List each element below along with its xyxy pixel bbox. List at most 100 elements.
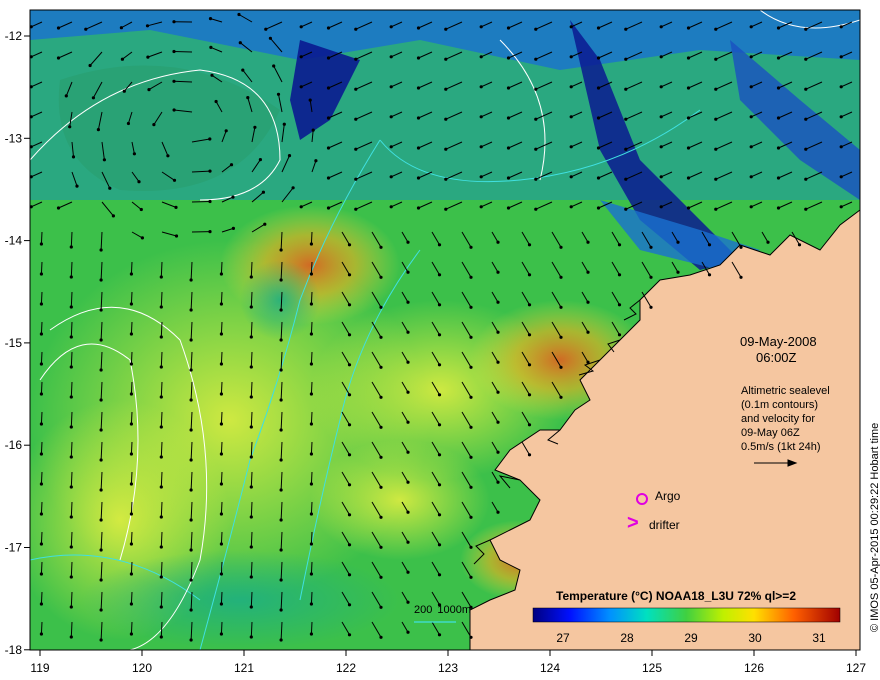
- velocity-arrow-head: [624, 27, 628, 31]
- velocity-arrow-head: [231, 226, 235, 230]
- velocity-arrow: [310, 321, 313, 335]
- map-time: 06:00Z: [756, 350, 797, 365]
- velocity-arrow-head: [649, 245, 653, 249]
- velocity-arrow-head: [159, 365, 163, 369]
- velocity-arrow-head: [111, 214, 115, 218]
- velocity-arrow-head: [804, 87, 808, 91]
- velocity-arrow-head: [506, 26, 511, 30]
- velocity-arrow: [70, 411, 73, 428]
- velocity-arrow-head: [749, 85, 753, 89]
- velocity-arrow-head: [299, 205, 303, 209]
- velocity-arrow-head: [258, 158, 262, 162]
- velocity-arrow-head: [444, 27, 448, 31]
- velocity-arrow-head: [469, 365, 473, 369]
- velocity-arrow-head: [534, 27, 538, 31]
- velocity-arrow-head: [249, 455, 253, 459]
- velocity-arrow-head: [129, 362, 133, 366]
- velocity-arrow-head: [219, 602, 223, 606]
- velocity-arrow: [220, 471, 223, 485]
- velocity-arrow: [250, 261, 253, 278]
- velocity-arrow: [130, 321, 133, 335]
- velocity-arrow-head: [69, 425, 73, 429]
- velocity-arrow-head: [776, 176, 781, 180]
- velocity-arrow-head: [68, 125, 72, 129]
- velocity-arrow-head: [506, 206, 511, 210]
- velocity-arrow-head: [496, 360, 500, 364]
- velocity-arrow: [310, 231, 313, 245]
- velocity-arrow-head: [406, 390, 410, 394]
- velocity-arrow: [310, 261, 313, 275]
- velocity-arrow-head: [309, 272, 313, 276]
- velocity-arrow-head: [249, 515, 253, 519]
- velocity-arrow-head: [208, 137, 212, 141]
- velocity-arrow-head: [379, 515, 383, 519]
- velocity-arrow-head: [172, 79, 176, 83]
- velocity-arrow-head: [129, 632, 133, 636]
- velocity-arrow-head: [249, 365, 253, 369]
- velocity-arrow-head: [776, 86, 781, 90]
- velocity-arrow-head: [617, 303, 622, 307]
- velocity-arrow-head: [596, 56, 601, 60]
- velocity-arrow-head: [219, 512, 223, 516]
- velocity-arrow-head: [469, 275, 473, 279]
- velocity-arrow-head: [69, 545, 73, 549]
- velocity-arrow-head: [379, 575, 383, 579]
- velocity-arrow-head: [69, 575, 73, 579]
- velocity-arrow-head: [39, 452, 44, 456]
- velocity-arrow-head: [379, 395, 383, 399]
- velocity-arrow-head: [559, 365, 563, 369]
- velocity-arrow-head: [219, 362, 223, 366]
- velocity-arrow-head: [596, 116, 601, 120]
- velocity-arrow: [250, 621, 253, 638]
- colorbar-tick-label: 28: [620, 631, 634, 645]
- velocity-arrow-head: [379, 365, 383, 369]
- velocity-arrow-head: [39, 272, 44, 276]
- velocity-arrow-head: [649, 305, 653, 309]
- velocity-arrow-head: [444, 117, 448, 121]
- velocity-arrow-head: [469, 455, 473, 459]
- velocity-arrow: [310, 351, 313, 365]
- velocity-arrow-head: [354, 87, 358, 91]
- velocity-arrow-head: [129, 452, 133, 456]
- velocity-arrow: [250, 561, 253, 578]
- velocity-arrow-head: [99, 248, 103, 252]
- velocity-arrow: [70, 471, 73, 488]
- velocity-arrow-head: [379, 305, 383, 309]
- velocity-arrow-head: [437, 453, 442, 457]
- velocity-arrow-head: [534, 87, 538, 91]
- velocity-arrow-head: [326, 176, 331, 180]
- velocity-arrow-head: [39, 332, 44, 336]
- velocity-arrow-head: [39, 632, 44, 636]
- velocity-arrow-head: [129, 602, 133, 606]
- altimetry-line: and velocity for: [741, 413, 815, 425]
- velocity-arrow-head: [707, 243, 712, 247]
- velocity-arrow-head: [506, 176, 511, 180]
- velocity-arrow: [220, 501, 223, 515]
- velocity-arrow-head: [139, 207, 143, 212]
- velocity-arrow-head: [406, 360, 410, 364]
- velocity-arrow-head: [88, 63, 92, 68]
- velocity-arrow-head: [527, 303, 532, 307]
- velocity-arrow: [130, 441, 133, 455]
- colorbar-tick-label: 27: [556, 631, 570, 645]
- velocity-arrow-head: [534, 117, 538, 121]
- velocity-arrow-head: [469, 575, 473, 579]
- velocity-arrow-head: [479, 175, 483, 179]
- velocity-arrow-head: [624, 147, 628, 151]
- velocity-arrow-head: [279, 518, 283, 522]
- velocity-arrow-head: [527, 453, 532, 457]
- velocity-arrow: [70, 261, 73, 278]
- velocity-arrow-head: [189, 548, 193, 552]
- velocity-arrow-head: [152, 123, 156, 127]
- velocity-arrow-head: [120, 57, 124, 61]
- velocity-arrow-head: [189, 608, 193, 612]
- velocity-arrow-head: [839, 175, 843, 179]
- velocity-arrow-head: [686, 56, 691, 60]
- velocity-arrow-head: [99, 458, 103, 462]
- velocity-arrow-head: [282, 122, 286, 126]
- velocity-arrow-head: [69, 335, 73, 339]
- velocity-arrow: [160, 471, 163, 488]
- velocity-arrow-head: [776, 146, 781, 150]
- velocity-arrow-head: [129, 332, 133, 336]
- velocity-arrow-head: [279, 368, 283, 372]
